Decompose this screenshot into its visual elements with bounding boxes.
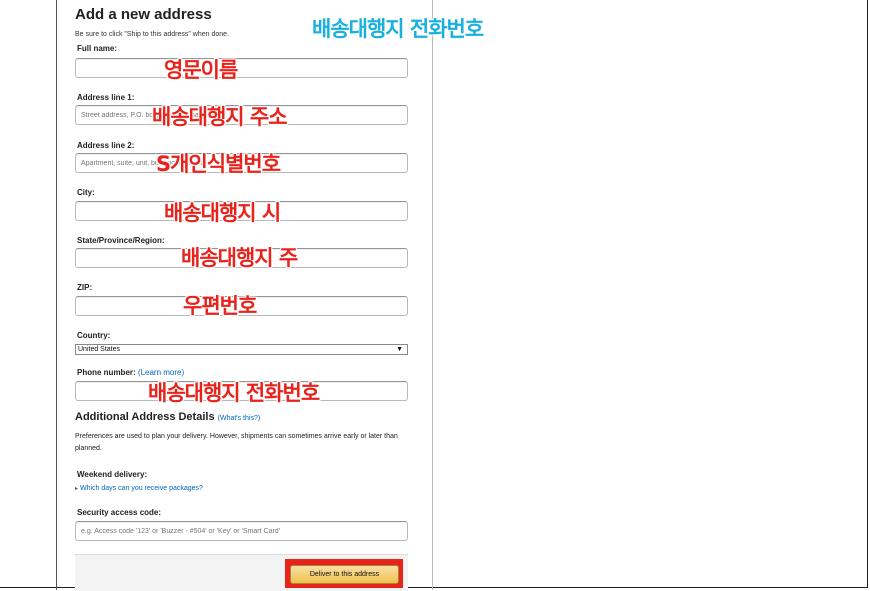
deliver-to-address-button[interactable]: Deliver to this address — [290, 565, 399, 584]
preferences-text: Preferences are used to plan your delive… — [75, 433, 398, 452]
weekend-delivery-label: Weekend delivery: — [77, 470, 148, 479]
country-label: Country: — [77, 331, 111, 340]
annotation-full-name: 영문이름 — [164, 58, 238, 82]
security-code-input[interactable] — [75, 521, 408, 541]
annotation-top-phone: 배송대행지 전화번호 — [312, 17, 484, 41]
chevron-down-icon: ▼ — [396, 346, 403, 353]
triangle-right-icon: ▸ — [75, 486, 79, 492]
security-code-label: Security access code: — [77, 508, 162, 517]
additional-details-heading: Additional Address Details (What's this?… — [75, 411, 260, 423]
additional-details-title: Additional Address Details — [75, 411, 215, 423]
phone-label: Phone number: (Learn more) — [77, 368, 184, 377]
whats-this-link[interactable]: (What's this?) — [218, 415, 261, 422]
address-line2-label: Address line 2: — [77, 141, 135, 150]
phone-label-text: Phone number: — [77, 368, 136, 377]
full-name-input[interactable] — [75, 58, 408, 78]
state-label: State/Province/Region: — [77, 236, 165, 245]
weekend-days-link[interactable]: Which days can you receive packages? — [80, 485, 203, 492]
page-title: Add a new address — [75, 6, 212, 23]
right-divider — [432, 0, 433, 590]
page-subtitle: Be sure to click "Ship to this address" … — [75, 31, 229, 38]
annotation-state: 배송대행지 주 — [181, 246, 298, 270]
annotation-address1: 배송대행지 주소 — [152, 105, 288, 129]
annotation-address2: S개인식별번호 — [156, 152, 281, 176]
address-line1-label: Address line 1: — [77, 93, 135, 102]
page-frame — [0, 0, 868, 588]
weekend-link-row[interactable]: ▸ Which days can you receive packages? — [75, 483, 415, 495]
full-name-label: Full name: — [77, 44, 118, 53]
country-selected-value: United States — [78, 346, 121, 353]
country-select[interactable]: United States ▼ — [75, 344, 408, 355]
annotation-phone: 배송대행지 전화번호 — [148, 381, 320, 405]
city-label: City: — [77, 188, 95, 197]
annotation-city: 배송대행지 시 — [164, 201, 281, 225]
zip-label: ZIP: — [77, 283, 93, 292]
learn-more-link[interactable]: (Learn more) — [138, 368, 184, 377]
left-divider — [56, 0, 57, 590]
annotation-zip: 우편번호 — [183, 294, 257, 318]
